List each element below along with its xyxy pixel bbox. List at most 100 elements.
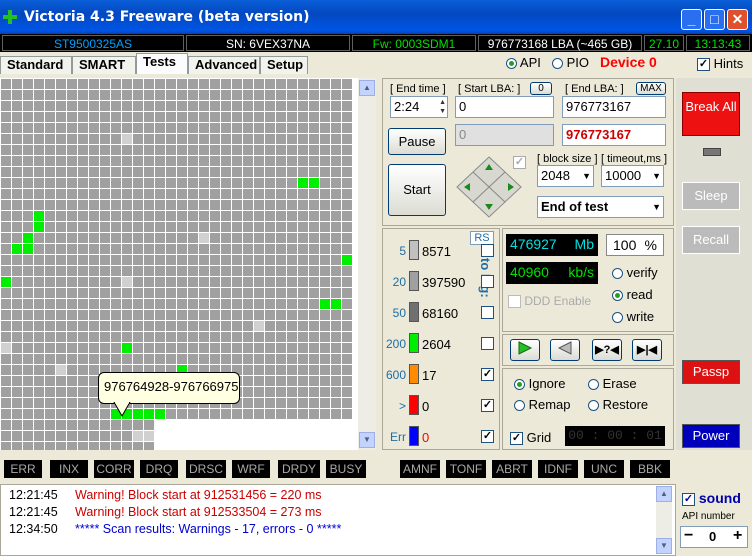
map-block xyxy=(23,288,33,298)
maximize-icon[interactable]: □ xyxy=(704,9,725,30)
chevron-down-icon[interactable]: ▼ xyxy=(652,166,661,186)
map-block xyxy=(56,145,66,155)
test-mode-verify[interactable]: verify xyxy=(612,265,658,280)
map-block xyxy=(331,189,341,199)
end-lba-input[interactable]: 976773167 xyxy=(562,96,666,118)
power-button[interactable]: Power xyxy=(682,424,740,448)
test-mode-write[interactable]: write xyxy=(612,309,654,324)
timing-log-checkbox[interactable]: ✓ xyxy=(481,368,494,381)
sound-checkbox[interactable]: ✓ sound xyxy=(682,490,741,506)
close-icon[interactable]: ✕ xyxy=(727,9,748,30)
tab-advanced[interactable]: Advanced xyxy=(188,56,260,74)
nav-check-icon[interactable]: ✓ xyxy=(513,156,526,169)
map-block xyxy=(155,167,165,177)
map-block xyxy=(100,167,110,177)
timing-log-checkbox[interactable] xyxy=(481,244,494,257)
start-lba-input[interactable]: 0 xyxy=(455,96,554,118)
timeout-select[interactable]: 10000 ▼ xyxy=(601,165,664,187)
start-button[interactable]: Start xyxy=(388,164,446,216)
tab-tests[interactable]: Tests xyxy=(136,53,188,74)
map-block xyxy=(210,266,220,276)
action-radio-dot[interactable] xyxy=(588,379,599,391)
action-radio-dot[interactable] xyxy=(588,400,599,412)
play-button[interactable] xyxy=(510,339,540,361)
sleep-button[interactable]: Sleep xyxy=(682,182,740,210)
action-ignore[interactable]: Ignore xyxy=(514,376,565,391)
end-lba-max-button[interactable]: MAX xyxy=(636,82,666,95)
map-block xyxy=(1,101,11,111)
end-time-input[interactable]: 2:24 ▲ ▼ xyxy=(390,96,448,118)
hints-check-icon[interactable]: ✓ xyxy=(697,58,710,72)
pause-button[interactable]: Pause xyxy=(388,128,446,155)
grid-checkbox[interactable]: ✓ Grid xyxy=(510,430,551,446)
scroll-down-icon[interactable]: ▼ xyxy=(656,538,672,554)
verify-step-button[interactable]: ▶?◀ xyxy=(592,339,622,361)
ddd-enable-checkbox[interactable]: DDD Enable xyxy=(508,294,591,309)
end-time-value: 2:24 xyxy=(394,99,420,114)
test-mode-read[interactable]: read xyxy=(612,287,653,302)
map-block xyxy=(100,90,110,100)
api-radio[interactable]: API xyxy=(506,55,541,70)
drive-lba: 976773168 LBA (~465 GB) xyxy=(478,35,642,51)
api-number-stepper[interactable]: − 0 + xyxy=(680,526,748,548)
end-action-select[interactable]: End of test ▼ xyxy=(537,196,664,218)
map-block xyxy=(320,134,330,144)
log-scrollbar[interactable]: ▲ ▼ xyxy=(656,486,672,554)
rewind-button[interactable] xyxy=(550,339,580,361)
grid-check-icon[interactable]: ✓ xyxy=(510,432,523,446)
map-block xyxy=(309,189,319,199)
test-mode-radio-dot[interactable] xyxy=(612,312,623,324)
map-block xyxy=(45,354,55,364)
skip-end-button[interactable]: ▶|◀ xyxy=(632,339,662,361)
timing-log-checkbox[interactable] xyxy=(481,275,494,288)
test-mode-radio-dot[interactable] xyxy=(612,268,623,280)
tab-smart[interactable]: SMART xyxy=(72,56,136,74)
map-block xyxy=(199,189,209,199)
timing-log-checkbox[interactable] xyxy=(481,337,494,350)
map-block xyxy=(12,354,22,364)
map-block xyxy=(210,156,220,166)
scroll-down-icon[interactable]: ▼ xyxy=(359,432,375,448)
recall-button[interactable]: Recall xyxy=(682,226,740,254)
pio-radio-dot[interactable] xyxy=(552,58,563,70)
scroll-up-icon[interactable]: ▲ xyxy=(656,486,672,502)
action-radio-dot[interactable] xyxy=(514,379,525,391)
hints-checkbox[interactable]: ✓ Hints xyxy=(697,56,743,72)
map-scrollbar[interactable]: ▲ ▼ xyxy=(358,78,376,450)
map-block xyxy=(298,398,308,408)
tab-standard[interactable]: Standard xyxy=(0,56,72,74)
action-radio-dot[interactable] xyxy=(514,400,525,412)
pio-radio[interactable]: PIO xyxy=(552,55,589,70)
map-block xyxy=(144,233,154,243)
map-block xyxy=(298,123,308,133)
timing-log-checkbox[interactable]: ✓ xyxy=(481,430,494,443)
map-block xyxy=(276,255,286,265)
timing-log-checkbox[interactable]: ✓ xyxy=(481,399,494,412)
plus-icon[interactable]: + xyxy=(733,527,742,545)
api-radio-dot[interactable] xyxy=(506,58,517,70)
break-all-button[interactable]: Break All xyxy=(682,92,740,136)
map-block xyxy=(320,233,330,243)
map-block xyxy=(199,167,209,177)
passp-button[interactable]: Passp xyxy=(682,360,740,384)
ddd-check-icon[interactable] xyxy=(508,295,521,309)
chevron-down-icon[interactable]: ▼ xyxy=(582,166,591,186)
map-block xyxy=(210,343,220,353)
start-lba-zero-button[interactable]: 0 xyxy=(530,82,552,95)
timing-log-checkbox[interactable] xyxy=(481,306,494,319)
action-remap[interactable]: Remap xyxy=(514,397,571,412)
minimize-icon[interactable]: _ xyxy=(681,9,702,30)
map-block xyxy=(67,365,77,375)
block-size-select[interactable]: 2048 ▼ xyxy=(537,165,594,187)
action-restore[interactable]: Restore xyxy=(588,397,648,412)
map-block xyxy=(1,277,11,287)
action-erase[interactable]: Erase xyxy=(588,376,637,391)
minus-icon[interactable]: − xyxy=(684,527,693,545)
sound-check-icon[interactable]: ✓ xyxy=(682,492,695,506)
chevron-down-icon[interactable]: ▼ xyxy=(652,197,661,217)
end-time-spin-icon[interactable]: ▲ ▼ xyxy=(439,98,446,116)
scroll-up-icon[interactable]: ▲ xyxy=(359,80,375,96)
tab-setup[interactable]: Setup xyxy=(260,56,308,74)
reset-stats-button[interactable]: RS xyxy=(470,231,494,245)
test-mode-radio-dot[interactable] xyxy=(612,290,623,302)
